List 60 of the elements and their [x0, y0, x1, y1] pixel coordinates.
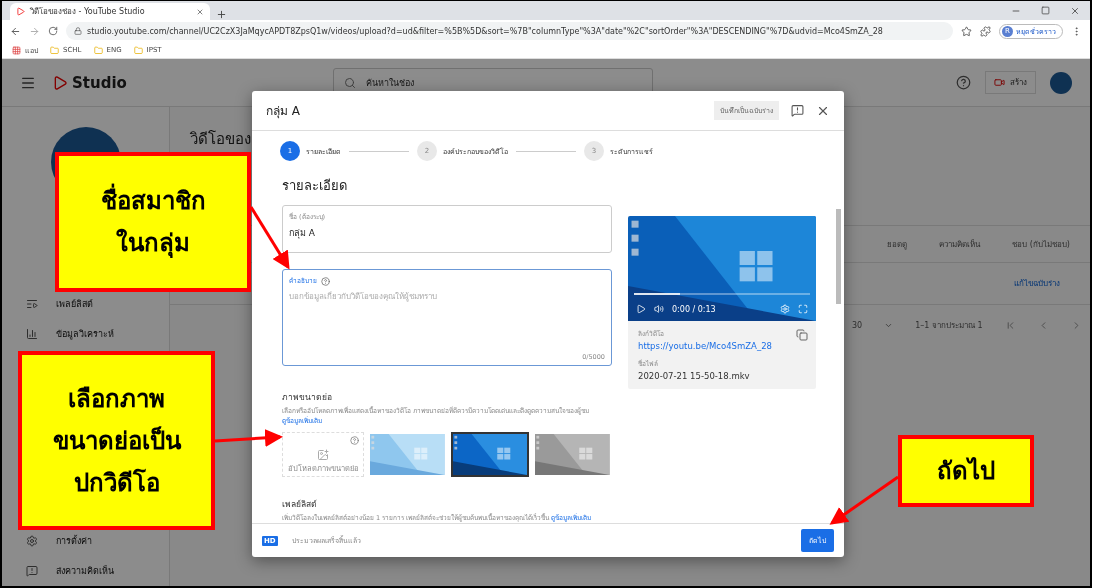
forward-icon[interactable] [29, 25, 40, 37]
callout-text: ชื่อสมาชิก [100, 183, 206, 219]
star-icon[interactable] [961, 25, 972, 37]
maximize-icon[interactable] [1041, 6, 1050, 15]
address-bar[interactable]: studio.youtube.com/channel/UC2CzX3JaMqycAPDT8ZpsQ1w/videos/upload?d=ud&filter=%5B%5D&sort=%7B"columnType"%3A"date"%2C"sortOrder"%3A"DESCENDING"%7D&udvid=Mco4SmZA_28 [66, 22, 953, 40]
folder-icon [50, 45, 59, 55]
create-button[interactable]: สร้าง [985, 71, 1036, 94]
playlist-heading: เพลย์ลิสต์ [282, 497, 318, 511]
playlist-icon [26, 298, 38, 310]
folder-icon [133, 45, 143, 55]
help-icon[interactable] [956, 75, 971, 90]
chart-icon [26, 328, 38, 340]
settings-icon[interactable] [780, 304, 790, 314]
extension-icon[interactable] [980, 25, 991, 37]
fullscreen-icon[interactable] [798, 304, 808, 314]
sidebar-item[interactable]: ข้อมูลวิเคราะห์ [56, 327, 114, 341]
thumbnail-heading: ภาพขนาดย่อ [282, 390, 333, 404]
close-icon[interactable] [196, 7, 204, 16]
sidebar-item[interactable]: การตั้งค่า [56, 534, 92, 548]
page-title: วิดีโอของ [190, 129, 251, 150]
feedback-icon[interactable] [791, 104, 804, 117]
edit-draft-link[interactable]: แก้ไขฉบับร่าง [1014, 277, 1060, 290]
column-header[interactable]: ความคิดเห็น [939, 237, 981, 251]
callout-text: ถัดไป [937, 456, 995, 487]
file-name: 2020-07-21 15-50-18.mkv [638, 371, 751, 381]
column-header[interactable]: ชอบ (กับไม่ชอบ) [1012, 237, 1070, 251]
callout-text: ขนาดย่อเป็น [52, 425, 181, 457]
column-header[interactable]: ยอดดู [887, 237, 908, 251]
search-icon [343, 76, 356, 89]
browser-tab[interactable]: วิดีโอของช่อง - YouTube Studio [10, 3, 210, 20]
studio-logo: Studio [72, 73, 127, 92]
camera-icon [994, 77, 1005, 88]
page-range: 1–1 จากประมาณ 1 [915, 319, 983, 332]
scrollbar[interactable] [836, 209, 841, 304]
sidebar-item[interactable]: ส่งความคิดเห็น [56, 564, 114, 578]
callout-text: เลือกภาพ [68, 383, 165, 415]
rows-per-page[interactable]: 30 [852, 320, 863, 330]
avatar[interactable] [1050, 71, 1072, 94]
new-tab-icon[interactable] [216, 9, 227, 20]
back-icon[interactable] [10, 25, 21, 37]
callout-text: ปกวิดีโอ [73, 467, 160, 499]
lock-icon [74, 27, 82, 35]
reload-icon[interactable] [48, 26, 58, 36]
close-icon[interactable] [1070, 5, 1080, 16]
settings-icon [26, 535, 38, 547]
help-icon [321, 276, 330, 286]
video-time: 0:00 / 0:13 [672, 304, 717, 314]
copy-icon[interactable] [796, 329, 808, 341]
dialog-title: กลุ่ม A [266, 103, 302, 120]
help-icon [350, 435, 360, 445]
play-icon[interactable] [636, 304, 646, 314]
volume-icon[interactable] [654, 304, 664, 314]
folder-icon [93, 45, 103, 55]
sidebar-item[interactable]: เพลย์ลิสต์ [56, 297, 93, 311]
apps-icon [12, 45, 21, 55]
section-heading: รายละเอียด [282, 177, 348, 195]
callout-text: ในกลุ่ม [116, 227, 190, 260]
image-add-icon [317, 448, 330, 461]
video-link[interactable]: https://youtu.be/Mco4SmZA_28 [638, 341, 806, 351]
feedback-icon [26, 565, 38, 577]
